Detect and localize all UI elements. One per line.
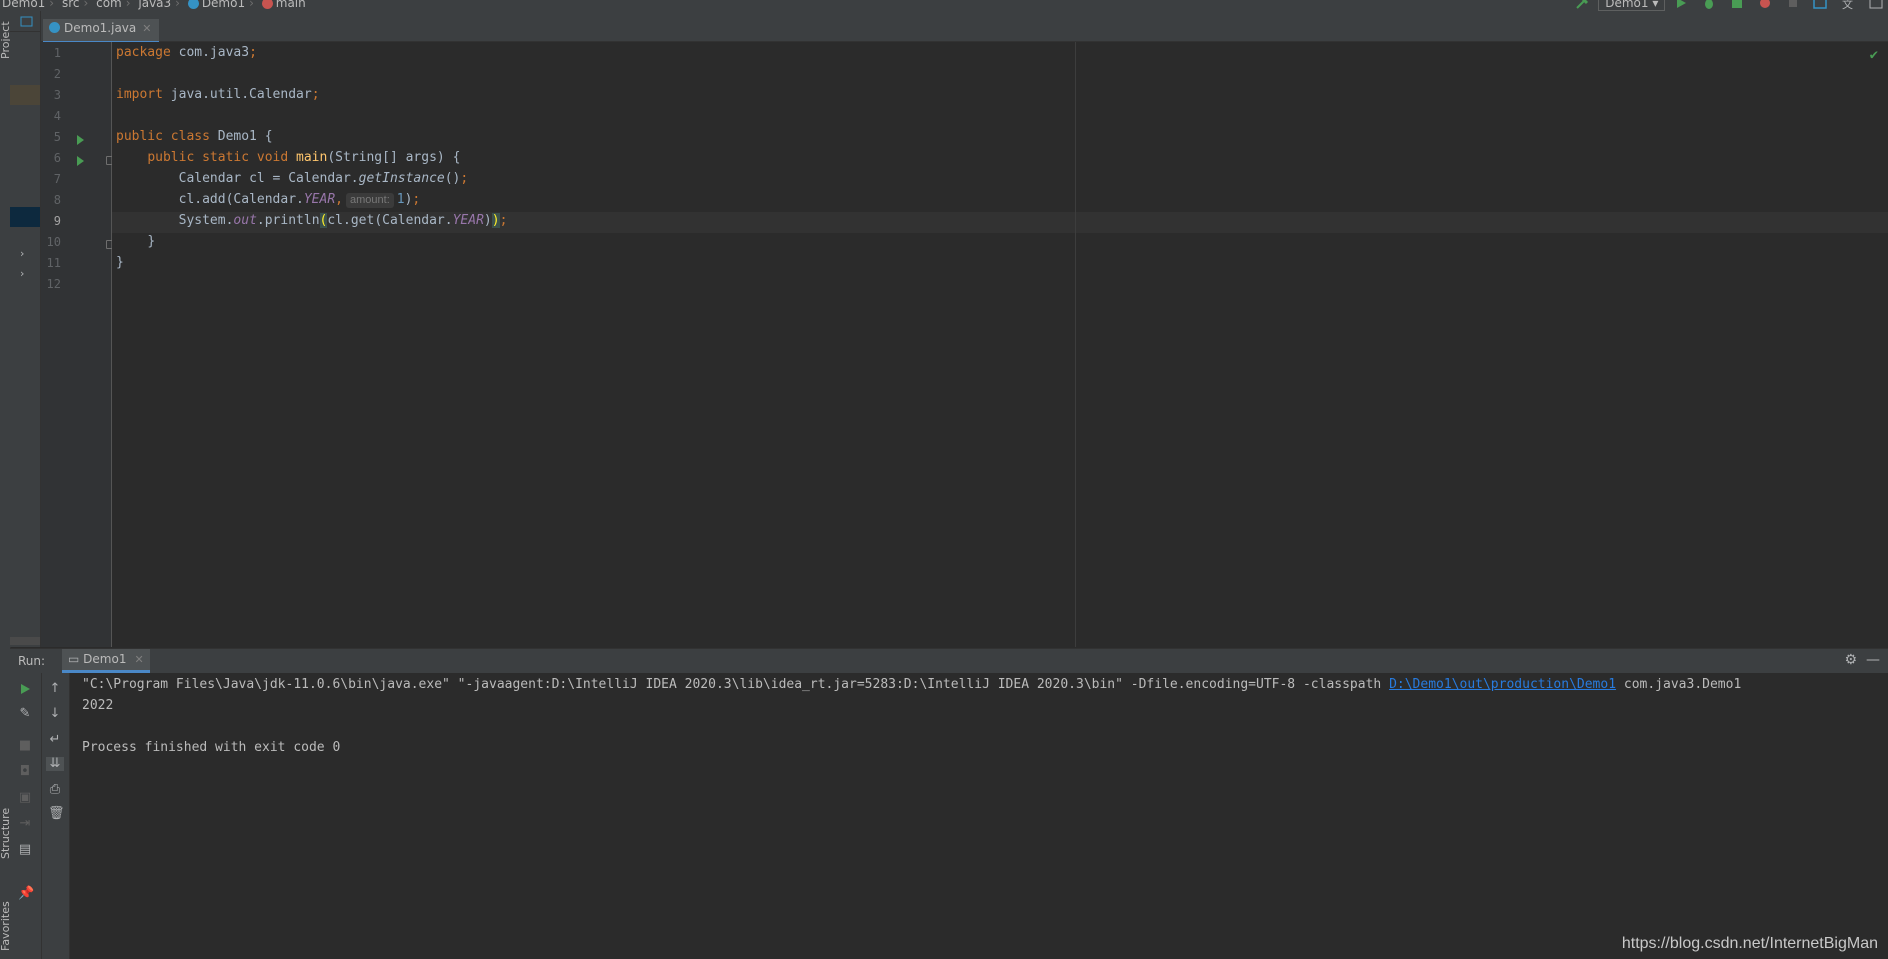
breadcrumb-java3[interactable]: java3 [138,0,171,10]
build-hammer-icon[interactable] [1575,0,1589,10]
code-line-1: package com.java3; [116,45,257,60]
java-class-icon [49,22,60,33]
project-panel: › › [10,11,41,647]
line-number: 10 [46,235,61,249]
class-icon [187,0,199,9]
tree-highlight-row[interactable] [10,207,40,227]
project-structure-icon[interactable] [1813,0,1828,10]
run-panel-label: Run: [18,654,46,668]
project-view-icon[interactable] [20,15,34,29]
run-toolbar-left: ✎ ■ ◘ ▣ ⇥ ▤ 📌 [10,673,42,959]
close-icon[interactable]: ✕ [142,22,151,35]
classpath-link[interactable]: D:\Demo1\out\production\Demo1 [1389,677,1616,692]
expand-arrow-icon[interactable]: › [20,247,24,260]
inspection-ok-icon[interactable]: ✔ [1870,47,1878,63]
restore-layout-icon[interactable]: ▣ [18,791,32,805]
code-line-10: } [147,234,156,249]
terminal-icon[interactable] [1869,0,1883,10]
line-number: 4 [53,109,61,123]
line-number-current: 9 [53,214,61,228]
code-line-9: System.out.println(cl.get(Calendar.YEAR)… [178,213,508,228]
line-number: 2 [53,67,61,81]
pin-icon[interactable]: 📌 [18,887,34,901]
run-tab-label: Demo1 [83,652,127,666]
soft-wrap-icon[interactable]: ↵ [48,733,62,747]
profile-icon[interactable] [1758,0,1772,10]
editor-gutter: 1 2 3 4 5 6 7 8 9 10 11 12 [41,42,115,647]
code-line-8: cl.add(Calendar.YEAR, amount: 1); [178,192,421,208]
line-number: 12 [46,277,61,291]
svg-text:文: 文 [1842,0,1853,10]
run-config-icon: ▭ [68,652,80,666]
tab-label: Demo1.java [64,21,137,35]
code-line-5: public class Demo1 { [116,129,273,144]
scroll-down-icon[interactable]: ↓ [48,707,62,721]
parameter-hint: amount: [346,193,394,208]
line-number: 8 [53,193,61,207]
stop-icon[interactable] [1786,0,1800,10]
tab-demo1-java[interactable]: Demo1.java ✕ [43,19,160,44]
scroll-up-icon[interactable]: ↑ [48,682,62,696]
code-line-11: } [116,255,124,270]
code-line-7: Calendar cl = Calendar.getInstance(); [178,171,469,186]
code-editor[interactable]: ✔ package com.java3; import java.util.Ca… [112,42,1888,647]
hide-panel-icon[interactable]: — [1866,652,1880,668]
code-line-3: import java.util.Calendar; [116,87,320,102]
run-config-select[interactable]: Demo1 ▾ [1598,0,1666,11]
project-panel-header [10,11,40,32]
stop-icon[interactable]: ■ [18,739,32,753]
navigation-bar: Demo1 › src › com › java3 › Demo1 › main Demo… [0,0,1888,11]
watermark: https://blog.csdn.net/InternetBigMan [1621,935,1878,952]
line-number: 3 [53,88,61,102]
rerun-icon[interactable] [18,682,32,696]
clear-trash-icon[interactable]: 🗑 [48,807,65,821]
debug-icon[interactable] [1702,0,1716,10]
close-icon[interactable]: ✕ [134,653,143,666]
breadcrumb: Demo1 › src › com › java3 › Demo1 › main [2,0,306,10]
console-output: 2022 [82,698,114,713]
run-icon[interactable] [1674,0,1688,10]
camera-icon[interactable]: ◘ [18,765,32,779]
editor-tab-bar: Demo1.java ✕ [41,11,1888,44]
line-number: 11 [46,256,61,270]
breadcrumb-method[interactable]: main [276,0,306,10]
console-exit-message: Process finished with exit code 0 [82,740,341,755]
main-toolbar: Demo1 ▾ 文 [1570,0,1888,11]
translate-icon[interactable]: 文 [1841,0,1855,11]
run-class-gutter-icon[interactable] [77,135,84,145]
wrench-icon[interactable]: ✎ [18,707,32,721]
run-tab-demo1[interactable]: ▭ Demo1 ✕ [62,649,150,673]
tree-selected-row[interactable] [10,85,40,105]
project-scrollbar[interactable] [10,637,40,645]
run-main-gutter-icon[interactable] [77,156,84,166]
console-command-line: "C:\Program Files\Java\jdk-11.0.6\bin\ja… [82,677,1742,692]
breadcrumb-project[interactable]: Demo1 [2,0,45,10]
settings-gear-icon[interactable]: ⚙ [1845,652,1858,668]
right-margin-guide [1075,42,1076,647]
code-line-6: public static void main(String[] args) { [147,150,461,165]
run-panel-header: Run: ▭ Demo1 ✕ ⚙ — [10,648,1888,674]
print-icon[interactable]: ⎙ [48,783,62,797]
scroll-to-end-icon[interactable]: ⇊ [46,757,64,771]
line-number: 7 [53,172,61,186]
line-number: 6 [53,151,61,165]
run-console[interactable]: "C:\Program Files\Java\jdk-11.0.6\bin\ja… [70,673,1888,959]
breadcrumb-src[interactable]: src [62,0,80,10]
breadcrumb-class[interactable]: Demo1 [202,0,245,10]
exit-icon[interactable]: ⇥ [18,817,32,831]
breadcrumb-com[interactable]: com [96,0,122,10]
run-config-label: Demo1 [1605,0,1649,10]
run-toolbar-right: ↑ ↓ ↵ ⇊ ⎙ 🗑 [42,673,70,959]
line-number: 5 [53,130,61,144]
layout-icon[interactable]: ▤ [18,843,32,857]
coverage-icon[interactable] [1730,0,1744,10]
expand-arrow-icon[interactable]: › [20,267,24,280]
line-number: 1 [53,46,61,60]
method-icon [261,0,273,9]
